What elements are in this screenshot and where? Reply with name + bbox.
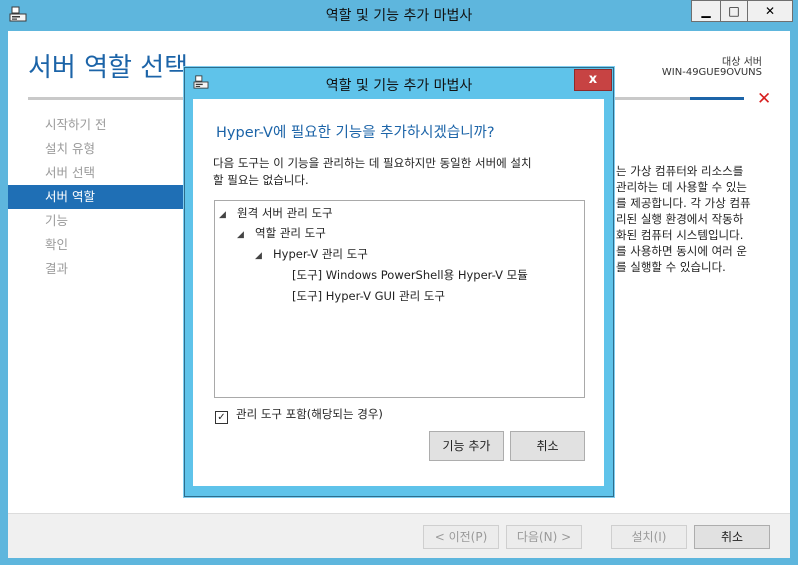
dialog-close-button[interactable]: x [574, 69, 612, 91]
wizard-steps-nav: 시작하기 전 설치 유형 서버 선택 서버 역할 기능 확인 결과 [8, 113, 188, 281]
tree-item-hyperv-management-tools[interactable]: ◢ Hyper-V 관리 도구 [255, 244, 368, 264]
description-line: 리된 실행 환경에서 작동하 [616, 212, 744, 226]
expand-arrow-icon[interactable]: ◢ [237, 225, 255, 245]
description-line: 를 실행할 수 있습니다. [616, 260, 726, 274]
dialog-title-bar[interactable]: 역할 및 기능 추가 마법사 x [185, 68, 613, 98]
tree-item-hyperv-powershell-module[interactable]: [도구] Windows PowerShell용 Hyper-V 모듈 [292, 265, 528, 285]
include-management-tools-label[interactable]: 관리 도구 포함(해당되는 경우) [236, 407, 383, 421]
minimize-icon: ▁ [701, 4, 711, 18]
tree-item-label: 역할 관리 도구 [255, 226, 326, 240]
dialog-title: 역할 및 기능 추가 마법사 [325, 78, 473, 94]
add-features-dialog: 역할 및 기능 추가 마법사 x Hyper-V에 필요한 기능을 추가하시겠습… [184, 67, 614, 497]
tree-item-label: [도구] Hyper-V GUI 관리 도구 [292, 289, 445, 303]
nav-item-results[interactable]: 결과 [8, 257, 188, 281]
window-title: 역할 및 기능 추가 마법사 [325, 8, 473, 24]
error-close-icon[interactable]: ✕ [757, 89, 771, 109]
close-icon: x [588, 72, 598, 87]
page-title: 서버 역할 선택 [28, 53, 189, 83]
destination-server-name: WIN-49GUE9OVUNS [661, 67, 762, 78]
tree-item-label: 원격 서버 관리 도구 [237, 206, 333, 220]
dialog-description: 다음 도구는 이 기능을 관리하는 데 필요하지만 동일한 서버에 설치 할 필… [213, 155, 593, 189]
description-line: 관리하는 데 사용할 수 있는 [616, 180, 748, 194]
description-line: 를 사용하면 동시에 여러 운 [616, 244, 748, 258]
nav-item-confirmation[interactable]: 확인 [8, 233, 188, 257]
maximize-icon: □ [728, 4, 740, 18]
install-button[interactable]: 설치(I) [611, 525, 687, 549]
tree-item-label: [도구] Windows PowerShell용 Hyper-V 모듈 [292, 268, 528, 282]
dialog-body: Hyper-V에 필요한 기능을 추가하시겠습니까? 다음 도구는 이 기능을 … [193, 99, 604, 486]
description-line: 화된 컴퓨터 시스템입니다. [616, 228, 744, 242]
dialog-description-line: 다음 도구는 이 기능을 관리하는 데 필요하지만 동일한 서버에 설치 [213, 156, 532, 170]
title-bar[interactable]: 역할 및 기능 추가 마법사 ▁ □ ✕ [0, 0, 798, 30]
expand-arrow-icon[interactable]: ◢ [219, 205, 237, 225]
features-tree[interactable]: ◢ 원격 서버 관리 도구 ◢ 역할 관리 도구 ◢ Hyper-V 관리 도구 [도… [214, 200, 585, 398]
close-button[interactable]: ✕ [747, 0, 793, 22]
maximize-button[interactable]: □ [720, 0, 748, 22]
nav-item-before-you-begin[interactable]: 시작하기 전 [8, 113, 188, 137]
description-line: 는 가상 컴퓨터와 리소스를 [616, 164, 744, 178]
tree-item-hyperv-gui-tools[interactable]: [도구] Hyper-V GUI 관리 도구 [292, 286, 445, 306]
destination-server-label: 대상 서버 [722, 57, 762, 68]
tree-item-label: Hyper-V 관리 도구 [273, 247, 368, 261]
minimize-button[interactable]: ▁ [691, 0, 721, 22]
cancel-button[interactable]: 취소 [694, 525, 770, 549]
next-button[interactable]: 다음(N) > [506, 525, 582, 549]
dialog-description-line: 할 필요는 없습니다. [213, 173, 309, 187]
dialog-cancel-button[interactable]: 취소 [510, 431, 585, 461]
wizard-footer: < 이전(P) 다음(N) > 설치(I) 취소 [8, 513, 790, 558]
nav-item-installation-type[interactable]: 설치 유형 [8, 137, 188, 161]
nav-item-server-selection[interactable]: 서버 선택 [8, 161, 188, 185]
nav-item-server-roles[interactable]: 서버 역할 [8, 185, 188, 209]
dialog-heading: Hyper-V에 필요한 기능을 추가하시겠습니까? [216, 125, 495, 141]
nav-item-features[interactable]: 기능 [8, 209, 188, 233]
tree-item-role-admin-tools[interactable]: ◢ 역할 관리 도구 [237, 223, 326, 243]
description-line: 를 제공합니다. 각 가상 컴퓨 [616, 196, 751, 210]
add-features-button[interactable]: 기능 추가 [429, 431, 504, 461]
include-management-tools-checkbox[interactable]: ✓ [215, 411, 228, 424]
include-management-tools-option[interactable]: ✓ 관리 도구 포함(해당되는 경우) [215, 405, 383, 424]
tree-item-remote-server-admin-tools[interactable]: ◢ 원격 서버 관리 도구 [219, 203, 333, 223]
close-icon: ✕ [764, 4, 776, 18]
expand-arrow-icon[interactable]: ◢ [255, 246, 273, 266]
role-description: 는 가상 컴퓨터와 리소스를 관리하는 데 사용할 수 있는 를 제공합니다. … [616, 163, 786, 275]
previous-button[interactable]: < 이전(P) [423, 525, 499, 549]
header-divider-accent [690, 97, 744, 100]
